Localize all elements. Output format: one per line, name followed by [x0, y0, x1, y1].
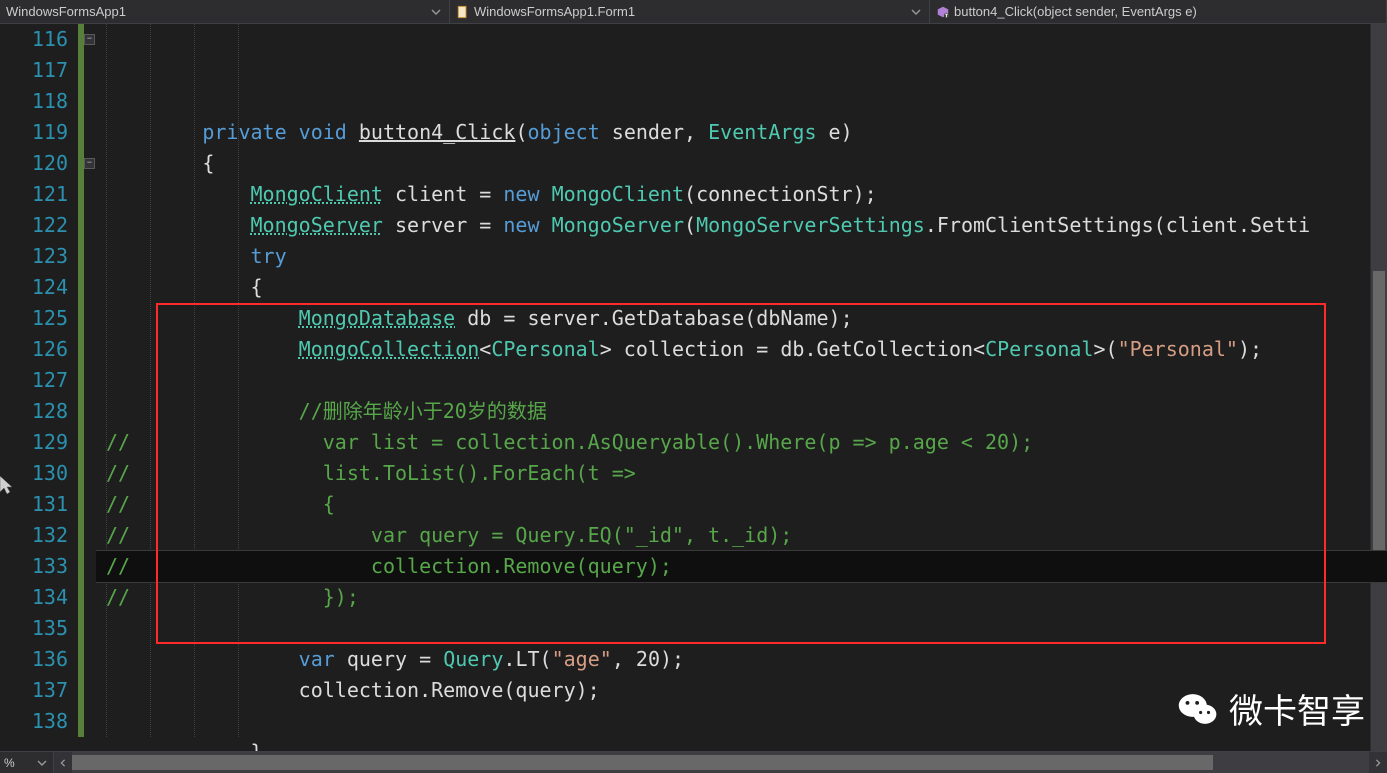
breadcrumb-class[interactable]: WindowsFormsApp1.Form1	[450, 0, 930, 23]
line-number: 126	[0, 334, 68, 365]
line-number: 135	[0, 613, 68, 644]
code-line[interactable]: // });	[96, 582, 1387, 613]
line-number: 118	[0, 86, 68, 117]
breadcrumb-method-label: button4_Click(object sender, EventArgs e…	[954, 4, 1380, 19]
code-line[interactable]: {	[96, 272, 1387, 303]
code-line[interactable]: MongoCollection<CPersonal> collection = …	[96, 334, 1387, 365]
line-number: 136	[0, 644, 68, 675]
cursor-pointer-icon	[0, 474, 14, 496]
line-number: 117	[0, 55, 68, 86]
chevron-down-icon[interactable]	[429, 5, 443, 19]
code-editor[interactable]: 1161171181191201211221231241251261271281…	[0, 24, 1387, 751]
code-line[interactable]: }	[96, 737, 1387, 751]
breadcrumb-project[interactable]: WindowsFormsApp1	[0, 0, 450, 23]
horizontal-scrollbar[interactable]	[72, 752, 1369, 773]
code-line[interactable]	[96, 613, 1387, 644]
code-area[interactable]: private void button4_Click(object sender…	[96, 24, 1387, 751]
zoom-value: %	[4, 756, 15, 770]
horizontal-scrollbar-thumb[interactable]	[72, 755, 1213, 770]
code-line[interactable]: try	[96, 241, 1387, 272]
chevron-down-icon[interactable]	[909, 5, 923, 19]
code-line[interactable]: // {	[96, 489, 1387, 520]
breadcrumb-project-label: WindowsFormsApp1	[6, 4, 429, 19]
editor-bottom-bar: %	[0, 751, 1387, 773]
code-line[interactable]: collection.Remove(query);	[96, 675, 1387, 706]
code-line[interactable]	[96, 365, 1387, 396]
code-line[interactable]: // var query = Query.EQ("_id", t._id);	[96, 520, 1387, 551]
line-number: 123	[0, 241, 68, 272]
line-number: 134	[0, 582, 68, 613]
fold-change-margin: −−	[78, 24, 96, 751]
code-line[interactable]: MongoClient client = new MongoClient(con…	[96, 179, 1387, 210]
code-line[interactable]: {	[96, 148, 1387, 179]
line-number: 121	[0, 179, 68, 210]
code-line[interactable]: MongoServer server = new MongoServer(Mon…	[96, 210, 1387, 241]
code-line[interactable]: // list.ToList().ForEach(t =>	[96, 458, 1387, 489]
line-number-gutter: 1161171181191201211221231241251261271281…	[0, 24, 78, 751]
line-number: 133	[0, 551, 68, 582]
method-icon	[936, 5, 950, 19]
code-line[interactable]: //删除年龄小于20岁的数据	[96, 396, 1387, 427]
line-number: 120	[0, 148, 68, 179]
line-number: 128	[0, 396, 68, 427]
hscroll-left-arrow[interactable]	[54, 752, 72, 773]
code-line[interactable]: // var list = collection.AsQueryable().W…	[96, 427, 1387, 458]
line-number: 122	[0, 210, 68, 241]
fold-toggle[interactable]: −	[84, 158, 95, 169]
code-line[interactable]: private void button4_Click(object sender…	[96, 117, 1387, 148]
line-number: 116	[0, 24, 68, 55]
line-number: 132	[0, 520, 68, 551]
hscroll-right-arrow[interactable]	[1369, 752, 1387, 773]
line-number: 138	[0, 706, 68, 737]
fold-toggle[interactable]: −	[84, 34, 95, 45]
code-line[interactable]	[96, 706, 1387, 737]
breadcrumb-bar: WindowsFormsApp1 WindowsFormsApp1.Form1 …	[0, 0, 1387, 24]
line-number: 125	[0, 303, 68, 334]
breadcrumb-method[interactable]: button4_Click(object sender, EventArgs e…	[930, 0, 1387, 23]
code-line[interactable]: // collection.Remove(query);	[96, 551, 1387, 582]
line-number: 127	[0, 365, 68, 396]
line-number: 119	[0, 117, 68, 148]
csharp-file-icon	[456, 5, 470, 19]
line-number: 129	[0, 427, 68, 458]
zoom-dropdown[interactable]: %	[0, 752, 54, 773]
code-line[interactable]: var query = Query.LT("age", 20);	[96, 644, 1387, 675]
breadcrumb-class-label: WindowsFormsApp1.Form1	[474, 4, 909, 19]
chevron-down-icon[interactable]	[37, 757, 49, 769]
line-number: 124	[0, 272, 68, 303]
line-number: 137	[0, 675, 68, 706]
code-line[interactable]: MongoDatabase db = server.GetDatabase(db…	[96, 303, 1387, 334]
